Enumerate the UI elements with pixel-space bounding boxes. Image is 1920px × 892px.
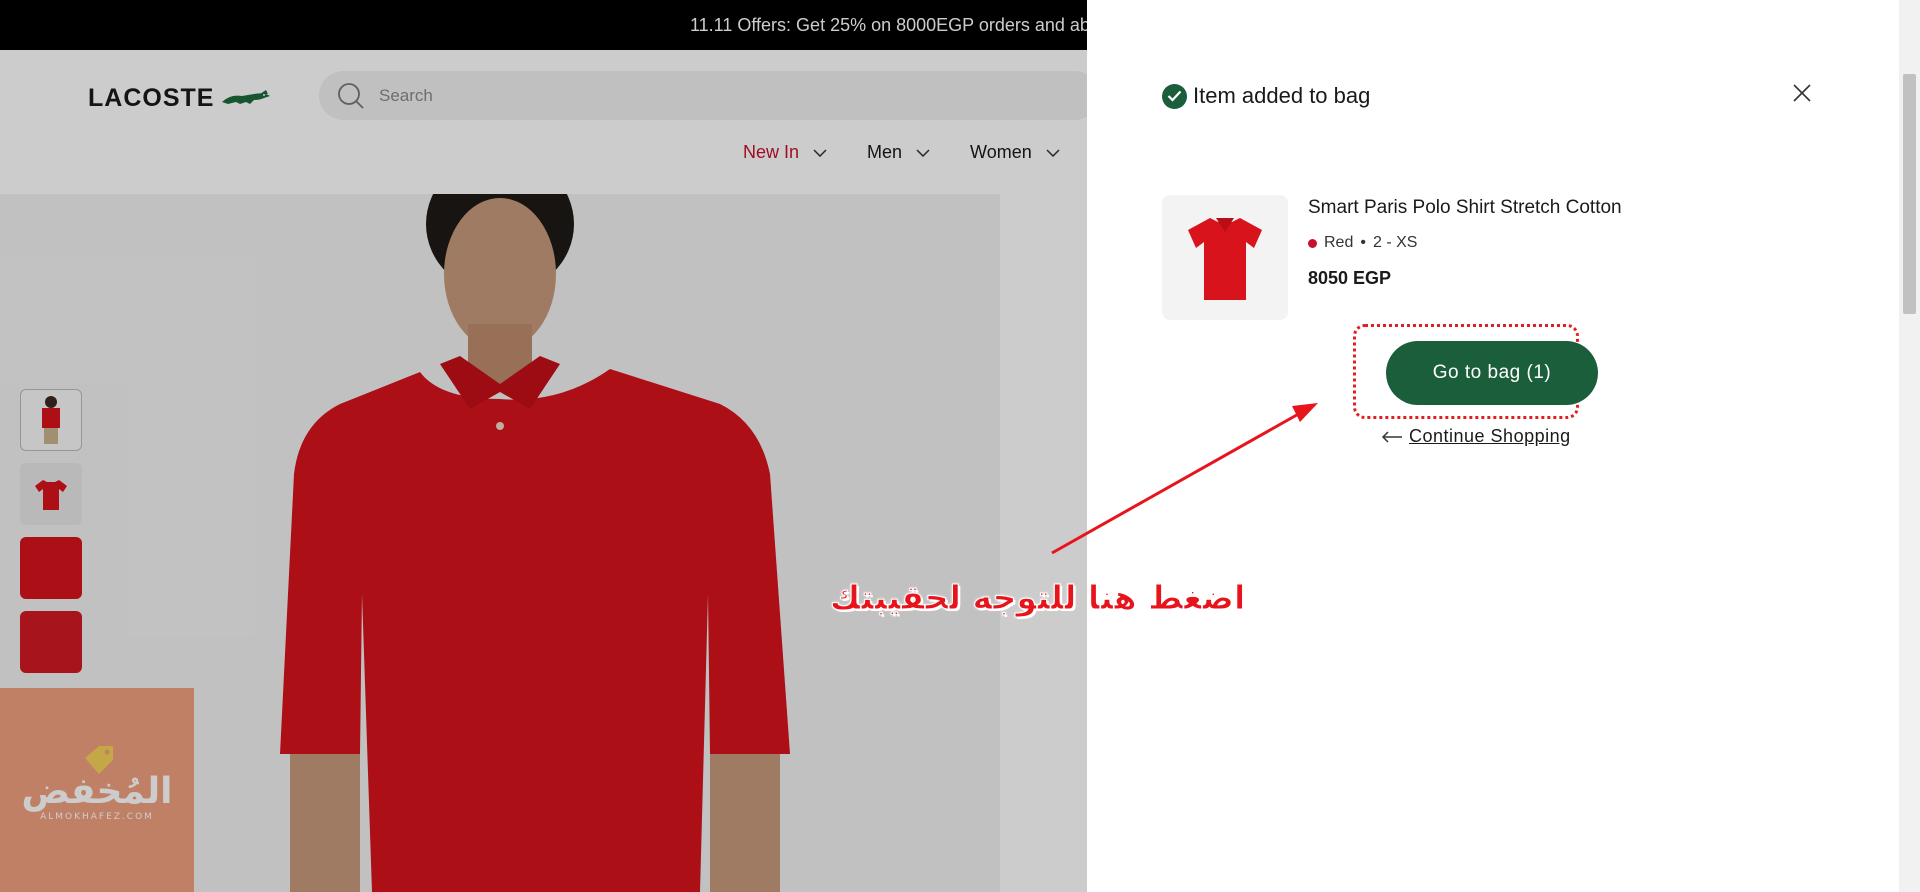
product-name[interactable]: Smart Paris Polo Shirt Stretch Cotton <box>1308 197 1622 219</box>
go-to-bag-button[interactable]: Go to bag (1) <box>1386 341 1598 405</box>
check-circle-icon <box>1162 83 1187 109</box>
product-page: 11.11 Offers: Get 25% on 8000EGP orders … <box>0 0 1087 892</box>
close-button[interactable] <box>1791 82 1813 104</box>
annotation-text: اضغط هنا للتوجه لحقيبتك <box>829 578 1246 618</box>
close-icon <box>1793 84 1811 102</box>
color-swatch <box>1308 238 1317 248</box>
continue-shopping-label: Continue Shopping <box>1409 426 1571 446</box>
continue-shopping-link[interactable]: Continue Shopping <box>1381 426 1571 447</box>
drawer-title: Item added to bag <box>1193 83 1371 108</box>
arrow-left-icon <box>1381 430 1402 443</box>
product-color: Red <box>1324 234 1354 251</box>
scrollbar-thumb[interactable] <box>1903 74 1916 314</box>
variant-separator: • <box>1360 234 1366 251</box>
page-dim-overlay[interactable] <box>0 0 1087 892</box>
drawer-header: Item added to bag <box>1162 83 1370 109</box>
product-variant: Red • 2 - XS <box>1308 234 1417 252</box>
added-to-bag-drawer: Item added to bag Smart Paris Polo Shirt… <box>1087 0 1899 892</box>
product-size: 2 - XS <box>1372 234 1418 251</box>
product-price: 8050 EGP <box>1308 268 1392 288</box>
scrollbar[interactable] <box>1899 0 1920 892</box>
product-thumbnail[interactable] <box>1162 195 1288 320</box>
